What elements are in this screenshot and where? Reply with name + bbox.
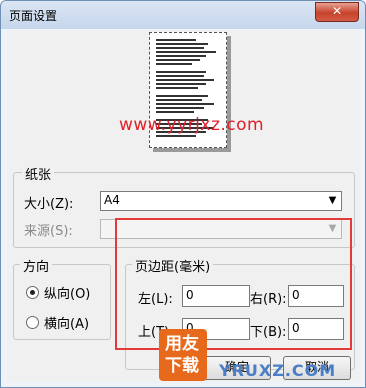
paper-group-legend: 纸张 <box>22 164 55 183</box>
preview-text-line <box>156 71 206 73</box>
landscape-radio[interactable] <box>26 316 39 329</box>
portrait-radio[interactable] <box>26 286 39 299</box>
paper-size-select[interactable]: A4 ▼ <box>100 191 342 211</box>
window-title: 页面设置 <box>9 9 58 23</box>
preview-text-line <box>156 43 208 45</box>
preview-text-line <box>156 47 204 49</box>
paper-size-value: A4 <box>104 193 120 207</box>
preview-text-line <box>156 111 194 113</box>
preview-text-line <box>156 95 208 97</box>
title-bar[interactable]: 页面设置 ✕ <box>1 1 365 29</box>
page-setup-dialog: 页面设置 ✕ www.yyrjxz.com 纸张 大小(Z): A4 ▼ 来源(… <box>0 0 366 388</box>
preview-text-line <box>156 83 206 85</box>
preview-text-line <box>156 63 192 65</box>
preview-text-line <box>156 135 196 137</box>
orientation-group-legend: 方向 <box>20 256 53 275</box>
preview-text-line <box>156 79 214 81</box>
preview-text-line <box>156 107 204 109</box>
logo-text: 用友 下载 <box>165 334 199 376</box>
close-button[interactable]: ✕ <box>315 2 359 22</box>
preview-text-line <box>156 103 214 105</box>
preview-text-line <box>156 87 198 89</box>
preview-text-line <box>156 39 196 41</box>
paper-size-label: 大小(Z): <box>24 197 74 212</box>
orientation-group: 方向 纵向(O) 横向(A) <box>13 256 111 340</box>
preview-text-line <box>156 55 206 57</box>
site-watermark: www.yyrjxz.com <box>119 115 265 135</box>
preview-text-line <box>156 75 204 77</box>
preview-text-line <box>156 99 202 101</box>
preview-text-line <box>156 51 216 53</box>
logo-site-text: YRUXZ.COM <box>219 361 337 380</box>
landscape-label[interactable]: 横向(A) <box>44 313 89 332</box>
highlight-box <box>115 218 352 350</box>
preview-text-line <box>156 59 200 61</box>
paper-source-label: 来源(S): <box>24 224 73 239</box>
portrait-label[interactable]: 纵向(O) <box>44 283 90 302</box>
download-site-logo: 用友 下载 <box>159 329 207 381</box>
chevron-down-icon[interactable]: ▼ <box>324 192 341 210</box>
